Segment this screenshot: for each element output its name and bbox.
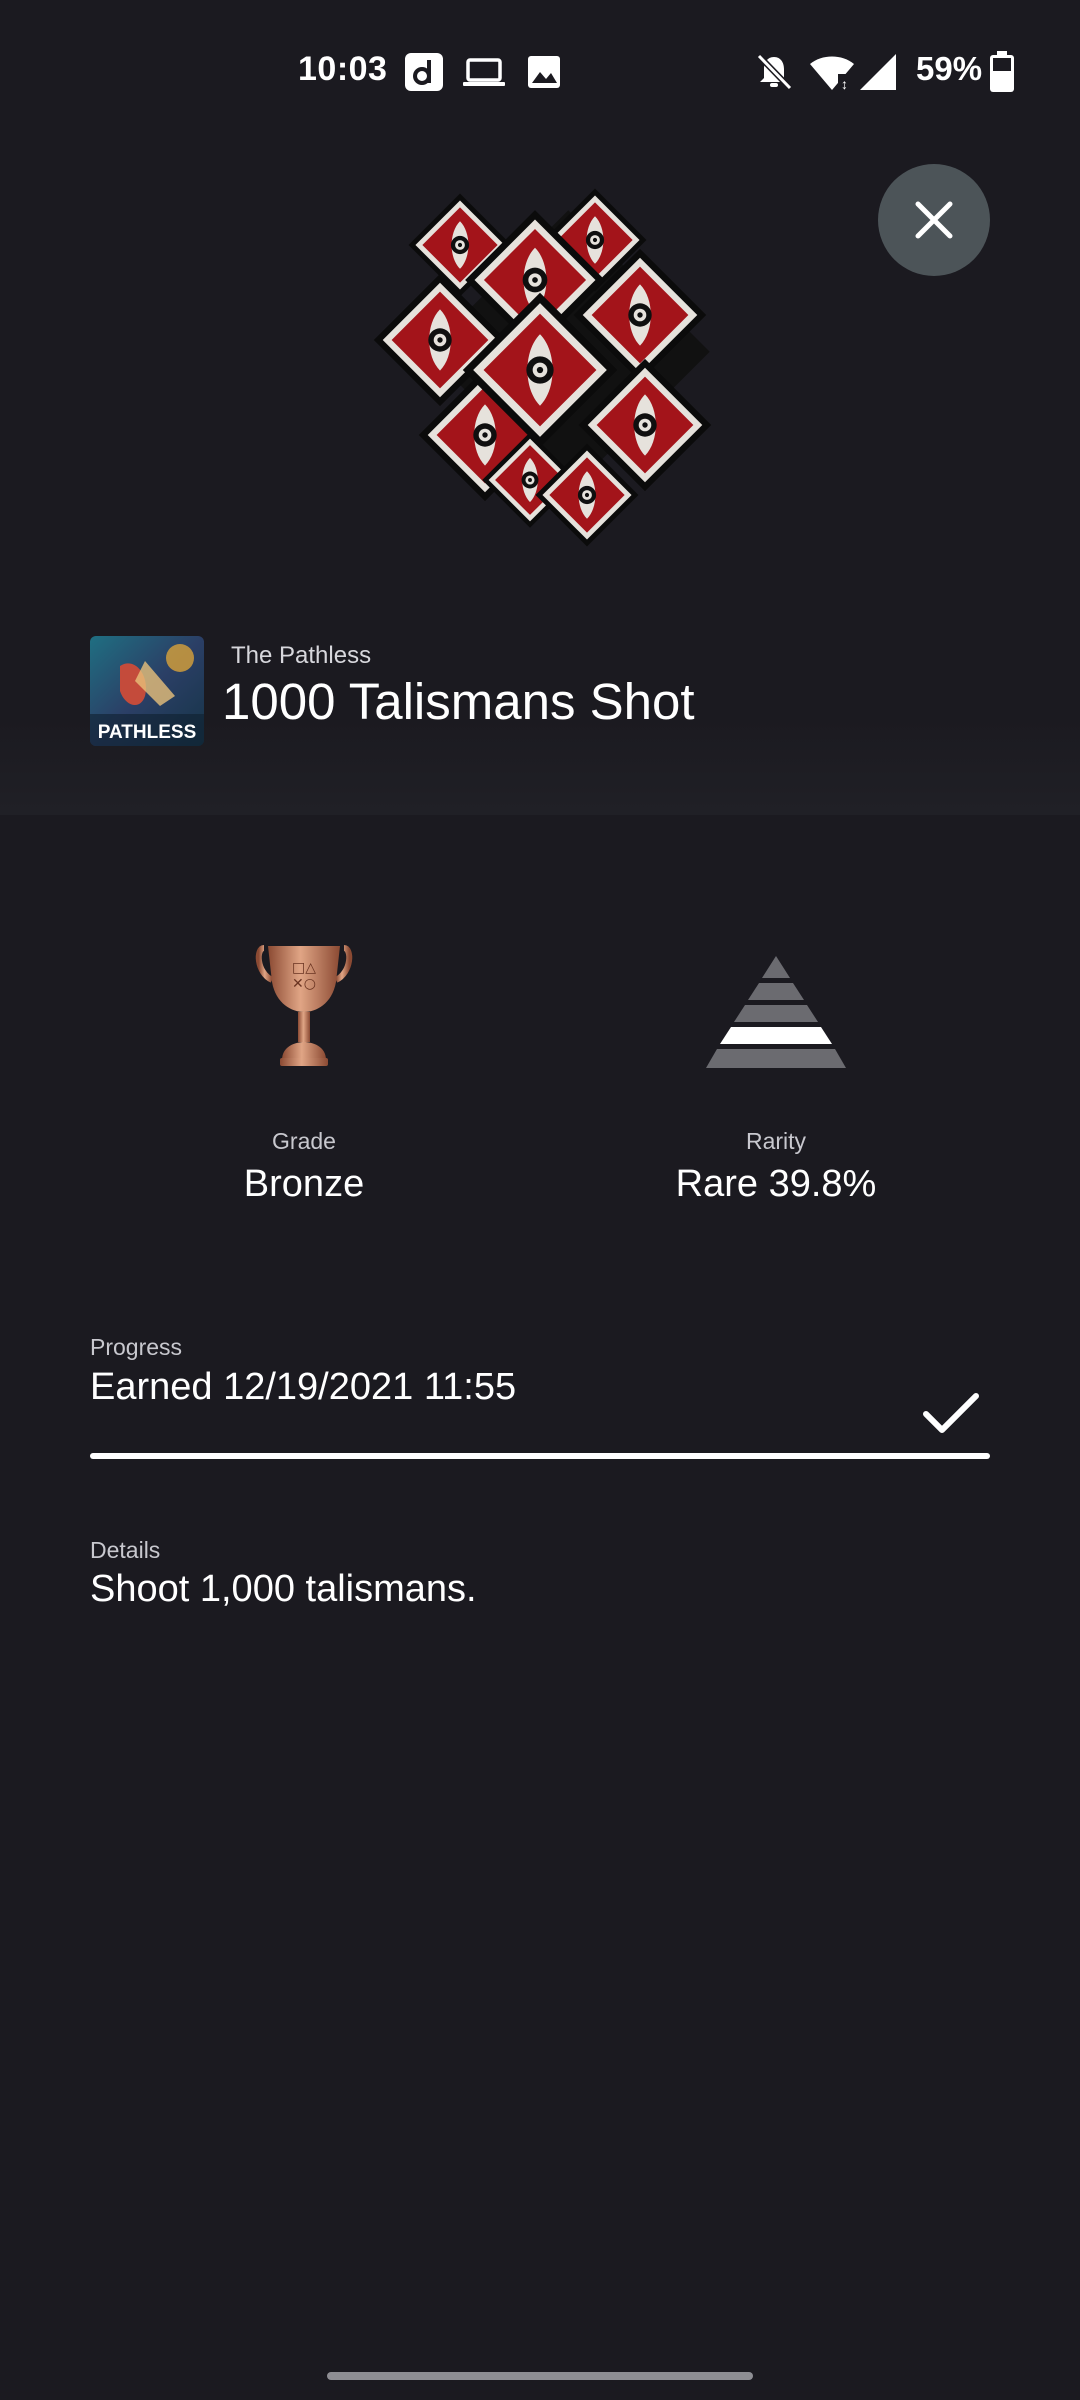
signal-icon xyxy=(860,54,896,90)
details-text: Shoot 1,000 talismans. xyxy=(90,1568,477,1610)
image-icon xyxy=(528,56,560,88)
close-icon xyxy=(915,201,953,239)
status-bar: 10:03 ↕ 59% xyxy=(0,0,1080,140)
laptop-icon xyxy=(463,58,505,86)
rarity-stat: Rarity Rare 39.8% xyxy=(616,930,936,1206)
rarity-pyramid-icon xyxy=(706,956,846,1068)
grade-label: Grade xyxy=(272,1128,336,1154)
grade-stat: □△ ✕○ Grade Bronze xyxy=(144,930,464,1206)
trophy-artwork xyxy=(373,188,712,547)
wifi-icon: ↕ xyxy=(810,56,854,92)
rarity-label: Rarity xyxy=(745,1128,807,1154)
battery-icon xyxy=(990,51,1014,92)
trophy-title: 1000 Talismans Shot xyxy=(222,673,695,730)
game-name: The Pathless xyxy=(231,642,372,669)
game-thumbnail[interactable]: PATHLESS xyxy=(90,636,204,746)
progress-bar xyxy=(90,1453,990,1459)
progress-fill xyxy=(90,1453,990,1459)
check-icon xyxy=(923,1393,979,1433)
game-thumb-logo: PATHLESS xyxy=(98,722,197,743)
home-indicator[interactable] xyxy=(327,2372,753,2380)
trophy-header: PATHLESS The Pathless 1000 Talismans Sho… xyxy=(0,600,1080,815)
svg-text:✕○: ✕○ xyxy=(292,976,316,992)
svg-text:↕: ↕ xyxy=(841,76,848,92)
progress-label: Progress xyxy=(90,1334,183,1360)
rarity-value: Rare 39.8% xyxy=(675,1163,877,1205)
close-button[interactable] xyxy=(878,164,990,276)
app-d-icon xyxy=(405,53,443,91)
status-time: 10:03 xyxy=(298,50,388,88)
progress-earned-text: Earned 12/19/2021 11:55 xyxy=(90,1366,517,1408)
grade-value: Bronze xyxy=(243,1163,365,1205)
svg-text:□△: □△ xyxy=(292,960,316,976)
battery-percent: 59% xyxy=(916,50,983,87)
bell-muted-icon xyxy=(756,53,793,91)
details-label: Details xyxy=(90,1537,161,1563)
bronze-trophy-icon: □△ ✕○ xyxy=(255,945,353,1066)
